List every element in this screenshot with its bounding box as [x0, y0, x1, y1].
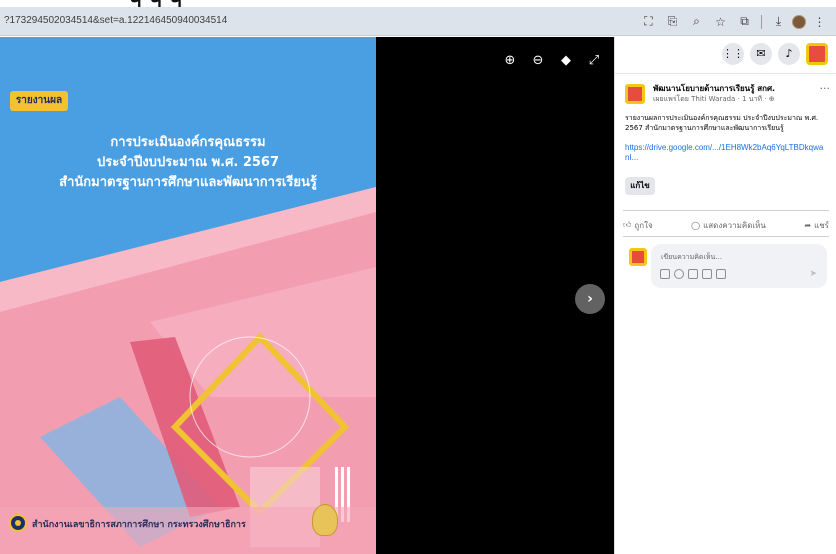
top-strip: ฯ ฯ ฯ	[0, 0, 836, 7]
browser-address-bar[interactable]: ?173294502034514&set=a.12214645094003451…	[0, 7, 836, 36]
poster-tag: รายงานผล	[10, 91, 68, 111]
fullscreen-icon[interactable]: ⤢	[584, 51, 604, 71]
ministry-emblem-icon	[9, 514, 27, 532]
tag-icon[interactable]: ◆	[556, 51, 576, 71]
royal-seal-icon	[312, 504, 338, 536]
menu-icon[interactable]: ⋮	[809, 11, 830, 32]
messenger-icon[interactable]: ✉	[750, 42, 772, 65]
notifications-icon[interactable]: ♪	[778, 42, 800, 65]
poster-artwork	[0, 37, 376, 554]
camera-icon[interactable]	[688, 269, 698, 279]
extensions-icon[interactable]: ⧉	[734, 11, 755, 32]
poster-footer: สำนักงานเลขาธิการสภาการศึกษา กระทรวงศึกษ…	[32, 520, 246, 530]
divider	[623, 210, 829, 211]
post-link[interactable]: https://drive.google.com/.../1EH8Wk2bAq6…	[625, 143, 825, 163]
emoji-icon[interactable]	[674, 269, 684, 279]
screenshot-icon[interactable]: ⛶	[638, 11, 659, 32]
post-text: รายงานผลการประเมินองค์กรคุณธรรม ประจำปีง…	[625, 114, 819, 132]
poster-image: รายงานผล การประเมินองค์กรคุณธรรม ประจำปี…	[0, 37, 376, 554]
next-photo-button[interactable]: ›	[575, 284, 605, 314]
zoom-in-icon[interactable]: ⊕	[500, 51, 520, 71]
comment-button[interactable]: ◯ แสดงความคิดเห็น	[691, 217, 766, 233]
bookmark-star-icon[interactable]: ☆	[710, 11, 731, 32]
profile-icon[interactable]	[792, 14, 806, 29]
divider	[623, 236, 829, 237]
zoom-out-icon[interactable]: ⊖	[528, 51, 548, 71]
comment-tools	[660, 269, 726, 279]
share-icon: ➦	[804, 220, 812, 230]
url-text[interactable]: ?173294502034514&set=a.12214645094003451…	[4, 15, 227, 26]
commenter-avatar[interactable]	[629, 248, 647, 266]
poster-title-line1: การประเมินองค์กรคุณธรรม	[110, 135, 266, 150]
panel-top-bar: ⋮⋮ ✉ ♪	[615, 37, 836, 70]
comment-label: แสดงความคิดเห็น	[703, 220, 766, 230]
post-actions: 👍︎ ถูกใจ ◯ แสดงความคิดเห็น ➦ แชร์	[623, 217, 829, 233]
poster-title-line2: ประจำปีงบประมาณ พ.ศ. 2567	[96, 155, 280, 170]
photo-viewer: รายงานผล การประเมินองค์กรคุณธรรม ประจำปี…	[0, 37, 614, 554]
poster-title-line3: สำนักมาตรฐานการศึกษาและพัฒนาการเรียนรู้	[59, 175, 317, 190]
download-icon[interactable]: ⤓	[768, 11, 789, 32]
comment-icon: ◯	[691, 220, 701, 230]
menu-grid-icon[interactable]: ⋮⋮	[722, 42, 744, 65]
toolbar-divider	[761, 14, 762, 29]
send-icon[interactable]: ➤	[809, 269, 817, 279]
like-icon: 👍︎	[623, 220, 632, 229]
translate-icon[interactable]: ⎘	[662, 11, 683, 32]
zoom-icon[interactable]: ⌕	[686, 11, 707, 32]
top-strip-text: ฯ ฯ ฯ	[130, 0, 183, 7]
share-label: แชร์	[814, 220, 829, 230]
more-options-icon[interactable]: ···	[820, 82, 831, 95]
profile-avatar[interactable]	[806, 42, 828, 65]
sticker-icon[interactable]	[716, 269, 726, 279]
avatar-sticker-icon[interactable]	[660, 269, 670, 279]
browser-toolbar: ⛶ ⎘ ⌕ ☆ ⧉ ⤓ ⋮	[638, 11, 830, 32]
edit-button[interactable]: แก้ไข	[625, 177, 655, 195]
gif-icon[interactable]	[702, 269, 712, 279]
page-avatar[interactable]	[625, 84, 645, 104]
comment-placeholder: เขียนความคิดเห็น...	[661, 253, 722, 261]
post-side-panel: ⋮⋮ ✉ ♪ พัฒนานโยบายด้านการเรียนรู้ สกศ. เ…	[614, 37, 836, 554]
comment-input[interactable]: เขียนความคิดเห็น... ➤	[651, 244, 827, 288]
panel-divider	[615, 73, 836, 74]
post-header: พัฒนานโยบายด้านการเรียนรู้ สกศ. เผยแพร่โ…	[625, 82, 830, 110]
share-button[interactable]: ➦ แชร์	[804, 217, 829, 233]
post-meta: เผยแพร่โดย Thiti Warada · 1 นาที · ⊕	[653, 95, 775, 103]
like-button[interactable]: 👍︎ ถูกใจ	[623, 217, 653, 233]
like-label: ถูกใจ	[634, 220, 653, 230]
